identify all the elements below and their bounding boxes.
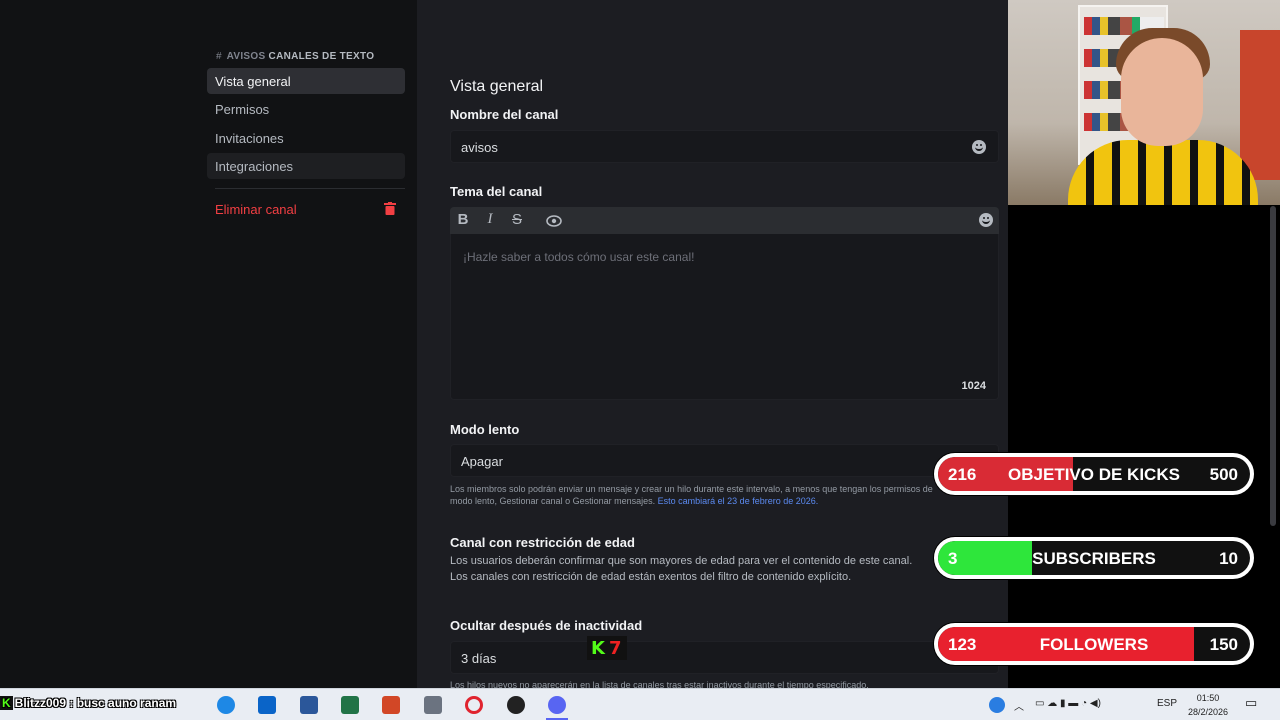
trash-icon: [384, 202, 396, 215]
topic-placeholder: ¡Hazle saber a todos cómo usar este cana…: [463, 250, 695, 264]
slowmode-change-link[interactable]: Esto cambiará el 23 de febrero de 2026.: [658, 496, 819, 506]
age-desc-line1: Los usuarios deberán confirmar que son m…: [450, 555, 913, 567]
obs-icon[interactable]: [507, 696, 525, 714]
scrollbar[interactable]: [1270, 206, 1276, 526]
powerpoint-icon[interactable]: [382, 696, 400, 714]
word-icon[interactable]: [300, 696, 318, 714]
excel-icon[interactable]: [341, 696, 359, 714]
goal-subscribers-name: SUBSCRIBERS: [1032, 549, 1156, 568]
clock-time: 01:50: [1196, 693, 1220, 703]
channel-name-value: avisos: [461, 140, 498, 155]
delete-channel-button[interactable]: Eliminar canal: [207, 196, 405, 222]
person-shirt: [1068, 140, 1258, 205]
hide-inactivity-help: Los hilos nuevos no aparecerán en la lis…: [450, 680, 869, 688]
ticker-text: Blitzz009 : busc auno ranam: [14, 696, 177, 710]
windows-taskbar: K Blitzz009 : busc auno ranam ︿ ▭ ☁ ▮ ▬ ◔…: [0, 688, 1280, 720]
person-face: [1121, 38, 1203, 146]
webcam-feed: [1008, 0, 1280, 205]
kick-badge-number: 7: [609, 638, 622, 659]
language-indicator[interactable]: ESP: [1157, 698, 1177, 709]
goal-kicks-name: OBJETIVO DE KICKS: [1008, 465, 1180, 484]
goal-subscribers: 3 SUBSCRIBERS 10: [934, 537, 1254, 579]
kick-logo: K: [591, 638, 605, 659]
goal-kicks-max: 500: [1209, 465, 1238, 484]
delete-channel-label: Eliminar canal: [215, 202, 297, 217]
discord-icon[interactable]: [548, 696, 566, 714]
emoji-icon[interactable]: [972, 140, 986, 154]
age-restricted-label: Canal con restricción de edad: [450, 535, 635, 550]
calculator-icon[interactable]: [424, 696, 442, 714]
clock-date: 28/2/2026: [1187, 707, 1229, 717]
slowmode-value: Apagar: [461, 454, 503, 469]
edge-icon[interactable]: [217, 696, 235, 714]
slowmode-select[interactable]: Apagar: [450, 444, 999, 477]
help-icon[interactable]: [989, 697, 1005, 713]
age-restricted-desc: Los usuarios deberán confirmar que son m…: [450, 553, 912, 585]
hash-icon: #: [216, 51, 222, 62]
topic-emoji-icon[interactable]: [979, 213, 993, 227]
outlook-icon[interactable]: [258, 696, 276, 714]
hide-inactivity-value: 3 días: [461, 651, 497, 666]
channel-name-input[interactable]: avisos: [450, 130, 999, 163]
sidebar-item-label: Integraciones: [215, 159, 294, 174]
sidebar-item-permissions[interactable]: Permisos: [207, 96, 405, 122]
ticker-kick-icon: K: [0, 696, 13, 710]
notification-icon[interactable]: ▭: [1245, 695, 1257, 711]
goal-followers-max: 150: [1209, 635, 1238, 654]
channel-topic-label: Tema del canal: [450, 184, 543, 199]
chevron-up-icon[interactable]: ︿: [1014, 698, 1024, 713]
topic-char-counter: 1024: [961, 380, 986, 392]
goal-subscribers-max: 10: [1219, 549, 1238, 568]
spoiler-eye-icon[interactable]: [546, 213, 562, 229]
sidebar-item-label: Vista general: [215, 74, 291, 89]
sidebar-item-overview[interactable]: Vista general: [207, 68, 405, 94]
sidebar-item-label: Permisos: [215, 102, 270, 117]
sidebar-channel-name: AVISOS: [226, 51, 266, 62]
settings-sidebar: # AVISOS CANALES DE TEXTO Vista general …: [0, 0, 417, 688]
system-clock[interactable]: 01:50 28/2/2026: [1180, 691, 1236, 719]
slowmode-help-line1: Los miembros solo podrán enviar un mensa…: [450, 484, 933, 494]
sidebar-item-integrations[interactable]: Integraciones: [207, 153, 405, 179]
slowmode-label: Modo lento: [450, 422, 520, 437]
channel-topic-textarea[interactable]: ¡Hazle saber a todos cómo usar este cana…: [450, 234, 999, 400]
goal-kicks: 216 OBJETIVO DE KICKS 500: [934, 453, 1254, 495]
age-desc-line2: Los canales con restricción de edad está…: [450, 571, 852, 583]
sidebar-item-invites[interactable]: Invitaciones: [207, 125, 405, 151]
sidebar-section-name: CANALES DE TEXTO: [268, 51, 375, 62]
hide-inactivity-select[interactable]: 3 días: [450, 641, 999, 674]
screen: # AVISOS CANALES DE TEXTO Vista general …: [0, 0, 1280, 720]
slowmode-help-line2: modo lento, Gestionar canal o Gestionar …: [450, 496, 656, 506]
settings-main: Vista general Nombre del canal avisos Te…: [417, 0, 1008, 688]
sidebar-divider: [215, 188, 405, 189]
topic-toolbar: B I S: [450, 207, 999, 234]
sidebar-item-label: Invitaciones: [215, 131, 284, 146]
kick-badge: K 7: [587, 636, 627, 660]
wall-poster: [1240, 30, 1280, 180]
strikethrough-button[interactable]: S: [508, 211, 526, 228]
italic-button[interactable]: I: [481, 211, 499, 228]
sidebar-header: # AVISOS CANALES DE TEXTO: [216, 51, 374, 62]
slowmode-help: Los miembros solo podrán enviar un mensa…: [450, 483, 950, 507]
goal-followers: 123 FOLLOWERS 150: [934, 623, 1254, 665]
chat-ticker: K Blitzz009 : busc auno ranam: [0, 696, 176, 710]
channel-name-label: Nombre del canal: [450, 107, 559, 122]
hide-inactivity-label: Ocultar después de inactividad: [450, 618, 643, 633]
page-title: Vista general: [450, 78, 544, 95]
opera-icon[interactable]: [465, 696, 483, 714]
goal-followers-name: FOLLOWERS: [1039, 635, 1149, 654]
bold-button[interactable]: B: [454, 211, 472, 228]
tray-icons[interactable]: ▭ ☁ ▮ ▬ ◔ ◀): [1035, 698, 1101, 709]
